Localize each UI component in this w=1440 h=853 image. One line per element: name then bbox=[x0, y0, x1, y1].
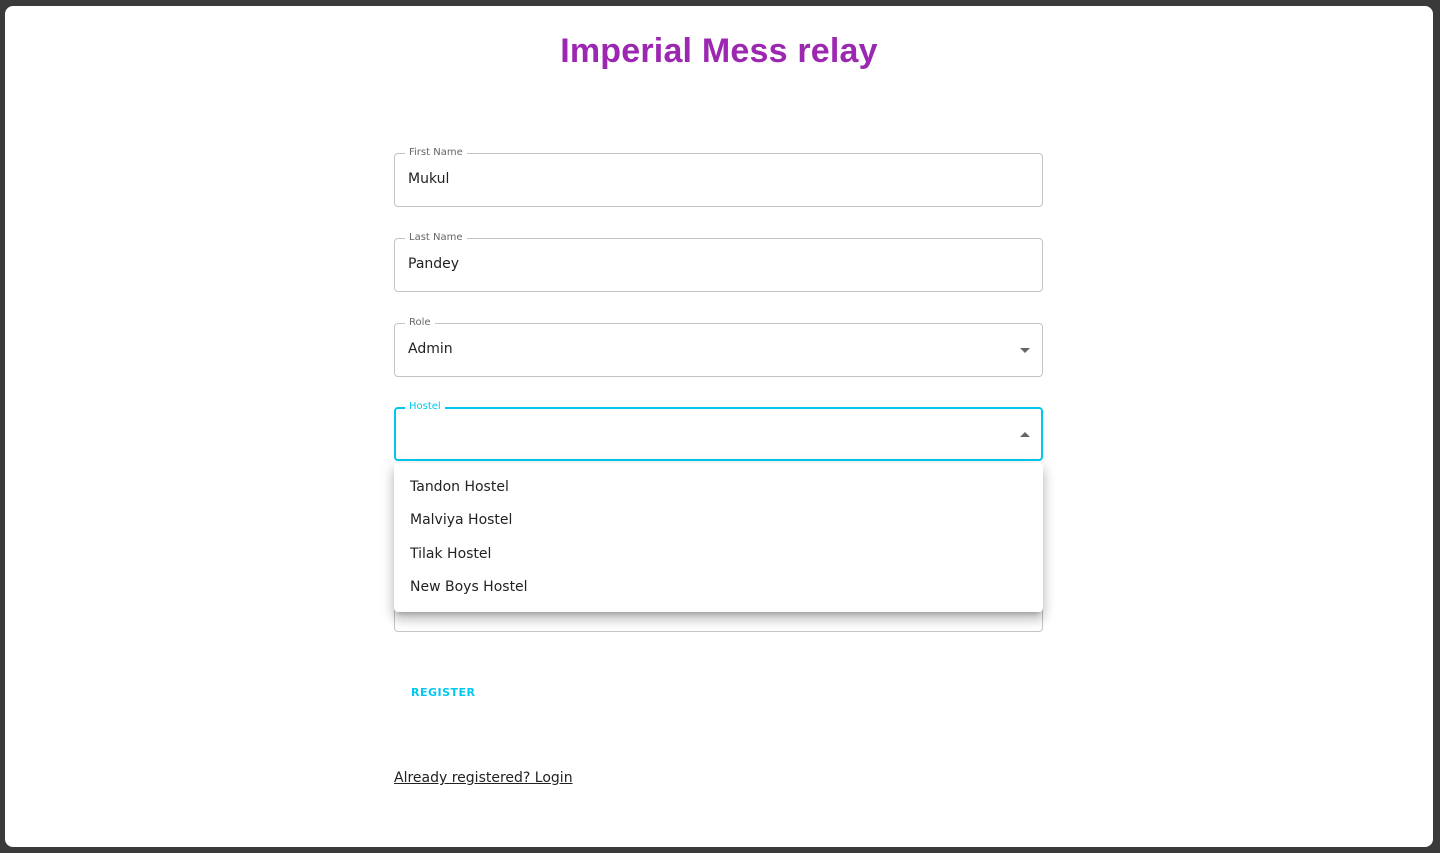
role-label: Role bbox=[405, 316, 435, 330]
role-select[interactable]: Role Admin bbox=[394, 316, 1043, 377]
last-name-value: Pandey bbox=[408, 256, 460, 272]
first-name-field[interactable]: First Name Mukul bbox=[394, 146, 1043, 207]
menu-item-tilak-hostel[interactable]: Tilak Hostel bbox=[394, 538, 1043, 571]
app-window: Imperial Mess relay First Name Mukul Las… bbox=[5, 6, 1433, 847]
page-title: Imperial Mess relay bbox=[560, 32, 878, 70]
hostel-select[interactable]: Hostel bbox=[394, 400, 1043, 461]
hostel-dropdown-menu: Tandon Hostel Malviya Hostel Tilak Hoste… bbox=[394, 463, 1043, 612]
hostel-label: Hostel bbox=[405, 400, 445, 414]
menu-item-tandon-hostel[interactable]: Tandon Hostel bbox=[394, 471, 1043, 504]
menu-item-new-boys-hostel[interactable]: New Boys Hostel bbox=[394, 571, 1043, 604]
last-name-field[interactable]: Last Name Pandey bbox=[394, 231, 1043, 292]
chevron-up-icon[interactable] bbox=[1020, 432, 1030, 437]
register-button[interactable]: REGISTER bbox=[394, 677, 484, 707]
last-name-label: Last Name bbox=[405, 231, 467, 245]
first-name-value: Mukul bbox=[408, 171, 450, 187]
role-value: Admin bbox=[408, 341, 453, 357]
login-link[interactable]: Already registered? Login bbox=[394, 770, 573, 786]
chevron-down-icon[interactable] bbox=[1020, 348, 1030, 353]
menu-item-malviya-hostel[interactable]: Malviya Hostel bbox=[394, 504, 1043, 537]
first-name-label: First Name bbox=[405, 146, 467, 160]
